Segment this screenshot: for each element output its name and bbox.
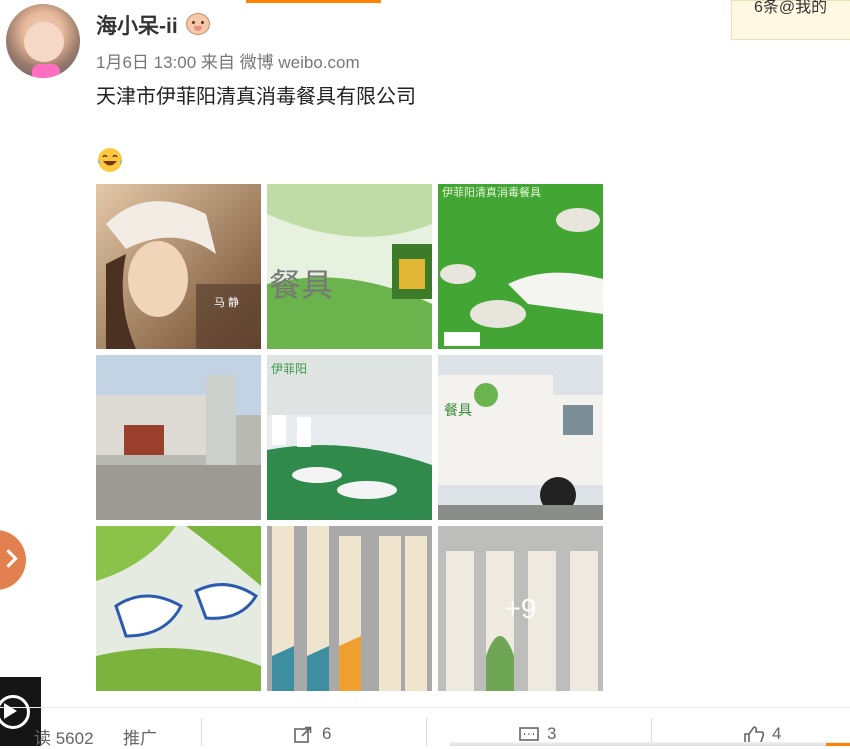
post-image-7[interactable]: [96, 526, 261, 691]
monkey-badge-icon[interactable]: [186, 13, 210, 35]
post-image-2[interactable]: 餐具: [267, 184, 432, 349]
post-image-6[interactable]: 餐具: [438, 355, 603, 520]
laughing-tears-emoji-icon: [98, 148, 122, 172]
like-count[interactable]: 4: [772, 724, 781, 744]
avatar-face: [24, 22, 64, 62]
side-next-button[interactable]: [0, 530, 26, 590]
green-bowl-landscape: 伊菲阳清真消毒餐具: [438, 184, 603, 349]
landscape-caption: 伊菲阳清真消毒餐具: [442, 185, 541, 199]
action-separator: [426, 718, 427, 746]
post-image-1[interactable]: 马 静: [96, 184, 261, 349]
post-image-9-more[interactable]: +9: [438, 526, 603, 691]
action-separator: [201, 718, 202, 746]
share-count[interactable]: 6: [322, 724, 331, 744]
post-image-3[interactable]: 伊菲阳清真消毒餐具: [438, 184, 603, 349]
bottom-panel-edge: [450, 742, 850, 746]
user-avatar[interactable]: [6, 4, 80, 78]
user-name[interactable]: 海小呆-ii: [96, 10, 178, 40]
tableware-caption: 餐具: [269, 267, 333, 303]
delivery-truck-photo: 餐具: [438, 355, 603, 520]
promote-link[interactable]: 推广: [123, 724, 157, 749]
notification-text: 6条@我的: [754, 0, 828, 16]
production-caption: 伊菲阳: [271, 362, 307, 376]
actions-divider: [0, 707, 850, 708]
post-text: 天津市伊菲阳清真消毒餐具有限公司: [96, 86, 416, 108]
chopsticks-packaging-design: [267, 526, 432, 691]
avatar-bib: [32, 64, 60, 78]
post-image-4[interactable]: [96, 355, 261, 520]
portrait-caption: 马 静: [214, 295, 239, 309]
production-line-photo: 伊菲阳: [267, 355, 432, 520]
green-tableware-ad: 餐具: [267, 184, 432, 349]
post-image-8[interactable]: [267, 526, 432, 691]
blue-white-porcelain-photo: [96, 526, 261, 691]
share-icon[interactable]: [294, 726, 312, 743]
top-nav-active-indicator: [246, 0, 381, 3]
factory-building-photo: [96, 355, 261, 520]
truck-caption: 餐具: [444, 402, 472, 418]
portrait-woman-photo: 马 静: [96, 184, 261, 349]
read-count: 读 5602: [34, 729, 94, 748]
more-images-count: +9: [504, 592, 537, 624]
mention-notification[interactable]: 6条@我的: [731, 0, 850, 40]
post-image-5[interactable]: 伊菲阳: [267, 355, 432, 520]
comment-count[interactable]: 3: [547, 724, 556, 744]
post-meta[interactable]: 1月6日 13:00 来自 微博 weibo.com: [96, 48, 360, 73]
